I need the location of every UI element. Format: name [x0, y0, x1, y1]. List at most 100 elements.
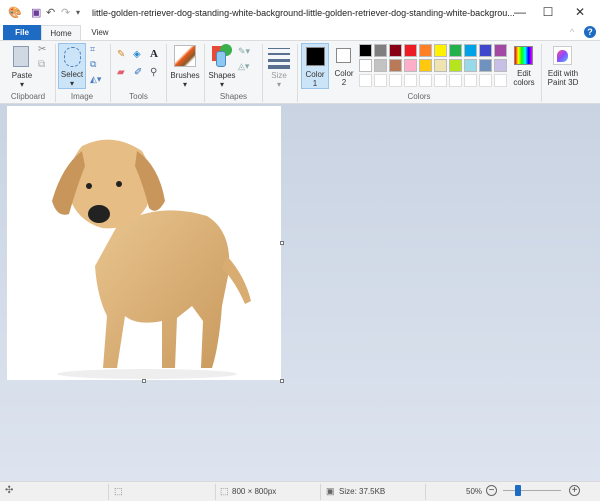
outline-icon[interactable]: ✎▾: [238, 46, 250, 57]
ribbon-tabs: File Home View ^ ?: [0, 25, 600, 41]
palette-color-swatch[interactable]: [434, 59, 447, 72]
maximize-button[interactable]: ☐: [538, 5, 558, 19]
palette-color-swatch[interactable]: [494, 74, 507, 87]
color2-label: Color: [334, 69, 354, 78]
color1-button[interactable]: Color 1: [301, 43, 329, 89]
palette-color-swatch[interactable]: [464, 44, 477, 57]
zoom-out-button[interactable]: −: [486, 485, 497, 496]
size-button[interactable]: Size ▾: [265, 43, 293, 89]
resize-handle-corner[interactable]: [280, 379, 284, 383]
redo-icon[interactable]: ↷: [61, 6, 70, 19]
undo-icon[interactable]: ↶: [46, 6, 55, 19]
palette-color-swatch[interactable]: [404, 44, 417, 57]
minimize-button[interactable]: —: [510, 5, 530, 19]
paint3d-icon: [553, 46, 572, 65]
color2-number: 2: [341, 78, 347, 87]
paint3d-label-2: Paint 3D: [547, 78, 579, 87]
status-bar: ✣ ⬚ ⬚ 800 × 800px ▣ Size: 37.5KB 50% − +: [0, 481, 600, 501]
palette-color-swatch[interactable]: [449, 59, 462, 72]
palette-color-swatch[interactable]: [464, 74, 477, 87]
palette-color-swatch[interactable]: [359, 44, 372, 57]
palette-color-swatch[interactable]: [374, 59, 387, 72]
paste-label: Paste: [11, 71, 33, 80]
select-button[interactable]: Select ▾: [58, 43, 86, 89]
palette-color-swatch[interactable]: [464, 59, 477, 72]
help-icon[interactable]: ?: [584, 26, 596, 38]
palette-color-swatch[interactable]: [494, 59, 507, 72]
close-button[interactable]: ✕: [570, 5, 590, 19]
palette-color-swatch[interactable]: [389, 59, 402, 72]
edit-colors-label: Edit: [517, 69, 531, 78]
fill-icon[interactable]: ◈: [133, 49, 141, 60]
canvas-workspace: [0, 104, 600, 481]
palette-color-swatch[interactable]: [434, 74, 447, 87]
tab-view[interactable]: View: [83, 25, 117, 40]
cut-icon[interactable]: ✂: [38, 44, 46, 55]
selection-size-icon: ⬚: [114, 486, 123, 496]
paste-button[interactable]: Paste ▾: [8, 43, 36, 93]
tab-file[interactable]: File: [3, 25, 41, 40]
copy-icon[interactable]: ⧉: [38, 59, 45, 70]
zoom-slider-thumb[interactable]: [514, 485, 521, 496]
resize-handle-bottom[interactable]: [142, 379, 146, 383]
shapes-button[interactable]: Shapes ▾: [207, 43, 237, 89]
edit-with-paint3d-button[interactable]: Edit with Paint 3D: [544, 43, 582, 89]
brush-icon: [174, 45, 196, 67]
color-picker-icon[interactable]: ✐: [134, 67, 142, 78]
palette-color-swatch[interactable]: [404, 59, 417, 72]
chevron-down-icon: ▾: [69, 79, 74, 88]
divider: [262, 44, 263, 102]
customize-quick-access-icon[interactable]: ▾: [76, 8, 80, 17]
color2-swatch: [336, 48, 351, 63]
zoom-in-button[interactable]: +: [569, 485, 580, 496]
palette-color-swatch[interactable]: [359, 74, 372, 87]
magnifier-icon[interactable]: ⚲: [150, 67, 157, 78]
palette-color-swatch[interactable]: [419, 59, 432, 72]
paint3d-label: Edit with: [547, 69, 579, 78]
crop-icon[interactable]: ⌗: [90, 44, 95, 55]
color2-button[interactable]: Color 2: [331, 43, 357, 89]
color1-swatch: [306, 47, 325, 66]
pencil-icon[interactable]: ✎: [117, 49, 125, 60]
palette-color-swatch[interactable]: [359, 59, 372, 72]
palette-color-swatch[interactable]: [419, 44, 432, 57]
rotate-icon[interactable]: ◭▾: [90, 74, 101, 85]
color-palette: [359, 44, 509, 89]
text-icon[interactable]: A: [150, 48, 158, 60]
tools-group-label: Tools: [129, 92, 148, 101]
palette-color-swatch[interactable]: [374, 74, 387, 87]
title-bar: 🎨 ▣ ↶ ↷ ▾ little-golden-retriever-dog-st…: [0, 0, 600, 25]
resize-handle-right[interactable]: [280, 241, 284, 245]
select-icon: [64, 47, 81, 67]
resize-icon[interactable]: ⧉: [90, 59, 96, 70]
palette-color-swatch[interactable]: [404, 74, 417, 87]
palette-color-swatch[interactable]: [434, 44, 447, 57]
zoom-slider[interactable]: [503, 490, 561, 491]
fill-shape-icon[interactable]: ◬▾: [238, 61, 249, 72]
drawing-canvas[interactable]: [7, 106, 281, 380]
palette-color-swatch[interactable]: [389, 74, 402, 87]
paint-app-icon: 🎨: [8, 7, 22, 19]
color1-number: 1: [312, 79, 318, 88]
palette-color-swatch[interactable]: [374, 44, 387, 57]
palette-color-swatch[interactable]: [449, 44, 462, 57]
clipboard-icon: [13, 46, 29, 67]
palette-color-swatch[interactable]: [479, 59, 492, 72]
palette-color-swatch[interactable]: [479, 74, 492, 87]
palette-color-swatch[interactable]: [389, 44, 402, 57]
save-icon[interactable]: ▣: [31, 6, 41, 19]
tab-home[interactable]: Home: [41, 25, 81, 41]
color-spectrum-icon: [514, 46, 533, 65]
palette-color-swatch[interactable]: [494, 44, 507, 57]
colors-group-label: Colors: [407, 92, 431, 101]
size-label: Size: [271, 71, 287, 80]
palette-color-swatch[interactable]: [419, 74, 432, 87]
chevron-down-icon: ▾: [19, 80, 24, 89]
brushes-button[interactable]: Brushes ▾: [170, 43, 200, 89]
eraser-icon[interactable]: ▰: [117, 67, 125, 78]
edit-colors-label-2: colors: [513, 78, 535, 87]
collapse-ribbon-icon[interactable]: ^: [570, 27, 574, 37]
edit-colors-button[interactable]: Edit colors: [510, 43, 538, 89]
palette-color-swatch[interactable]: [449, 74, 462, 87]
palette-color-swatch[interactable]: [479, 44, 492, 57]
